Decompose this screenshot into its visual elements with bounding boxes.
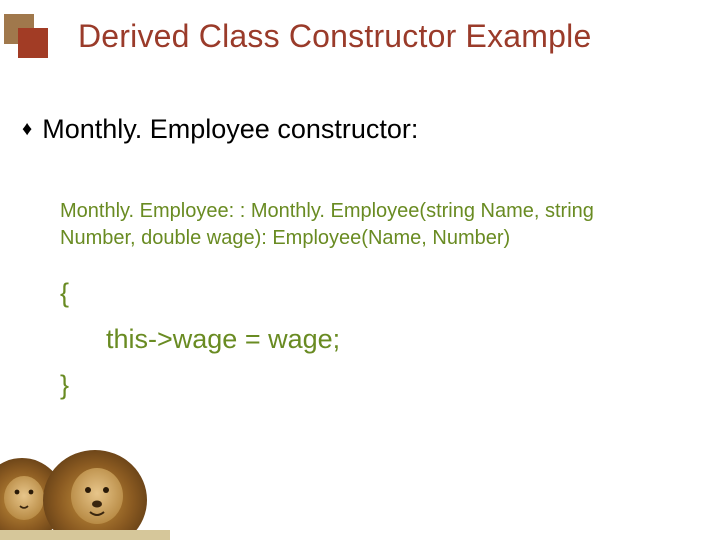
slide: Derived Class Constructor Example ♦ Mont… <box>0 0 720 540</box>
code-statement: this->wage = wage; <box>60 316 660 362</box>
bullet-text: Monthly. Employee constructor: <box>42 112 418 146</box>
code-close-brace: } <box>60 362 660 408</box>
lions-photo-svg <box>0 420 170 540</box>
bullet-item: ♦ Monthly. Employee constructor: <box>22 112 690 146</box>
code-body: { this->wage = wage; } <box>60 270 660 408</box>
code-signature-line-1: Monthly. Employee: : Monthly. Employee(s… <box>60 200 594 222</box>
lions-photo <box>0 420 170 540</box>
decor-front-square <box>18 28 48 58</box>
slide-title: Derived Class Constructor Example <box>78 18 700 55</box>
bullet-marker-icon: ♦ <box>22 112 32 146</box>
code-signature: Monthly. Employee: : Monthly. Employee(s… <box>60 198 660 252</box>
code-signature-line-2: Number, double wage): Employee(Name, Num… <box>60 227 510 249</box>
overlapping-squares-icon <box>4 14 52 62</box>
code-open-brace: { <box>60 270 660 316</box>
